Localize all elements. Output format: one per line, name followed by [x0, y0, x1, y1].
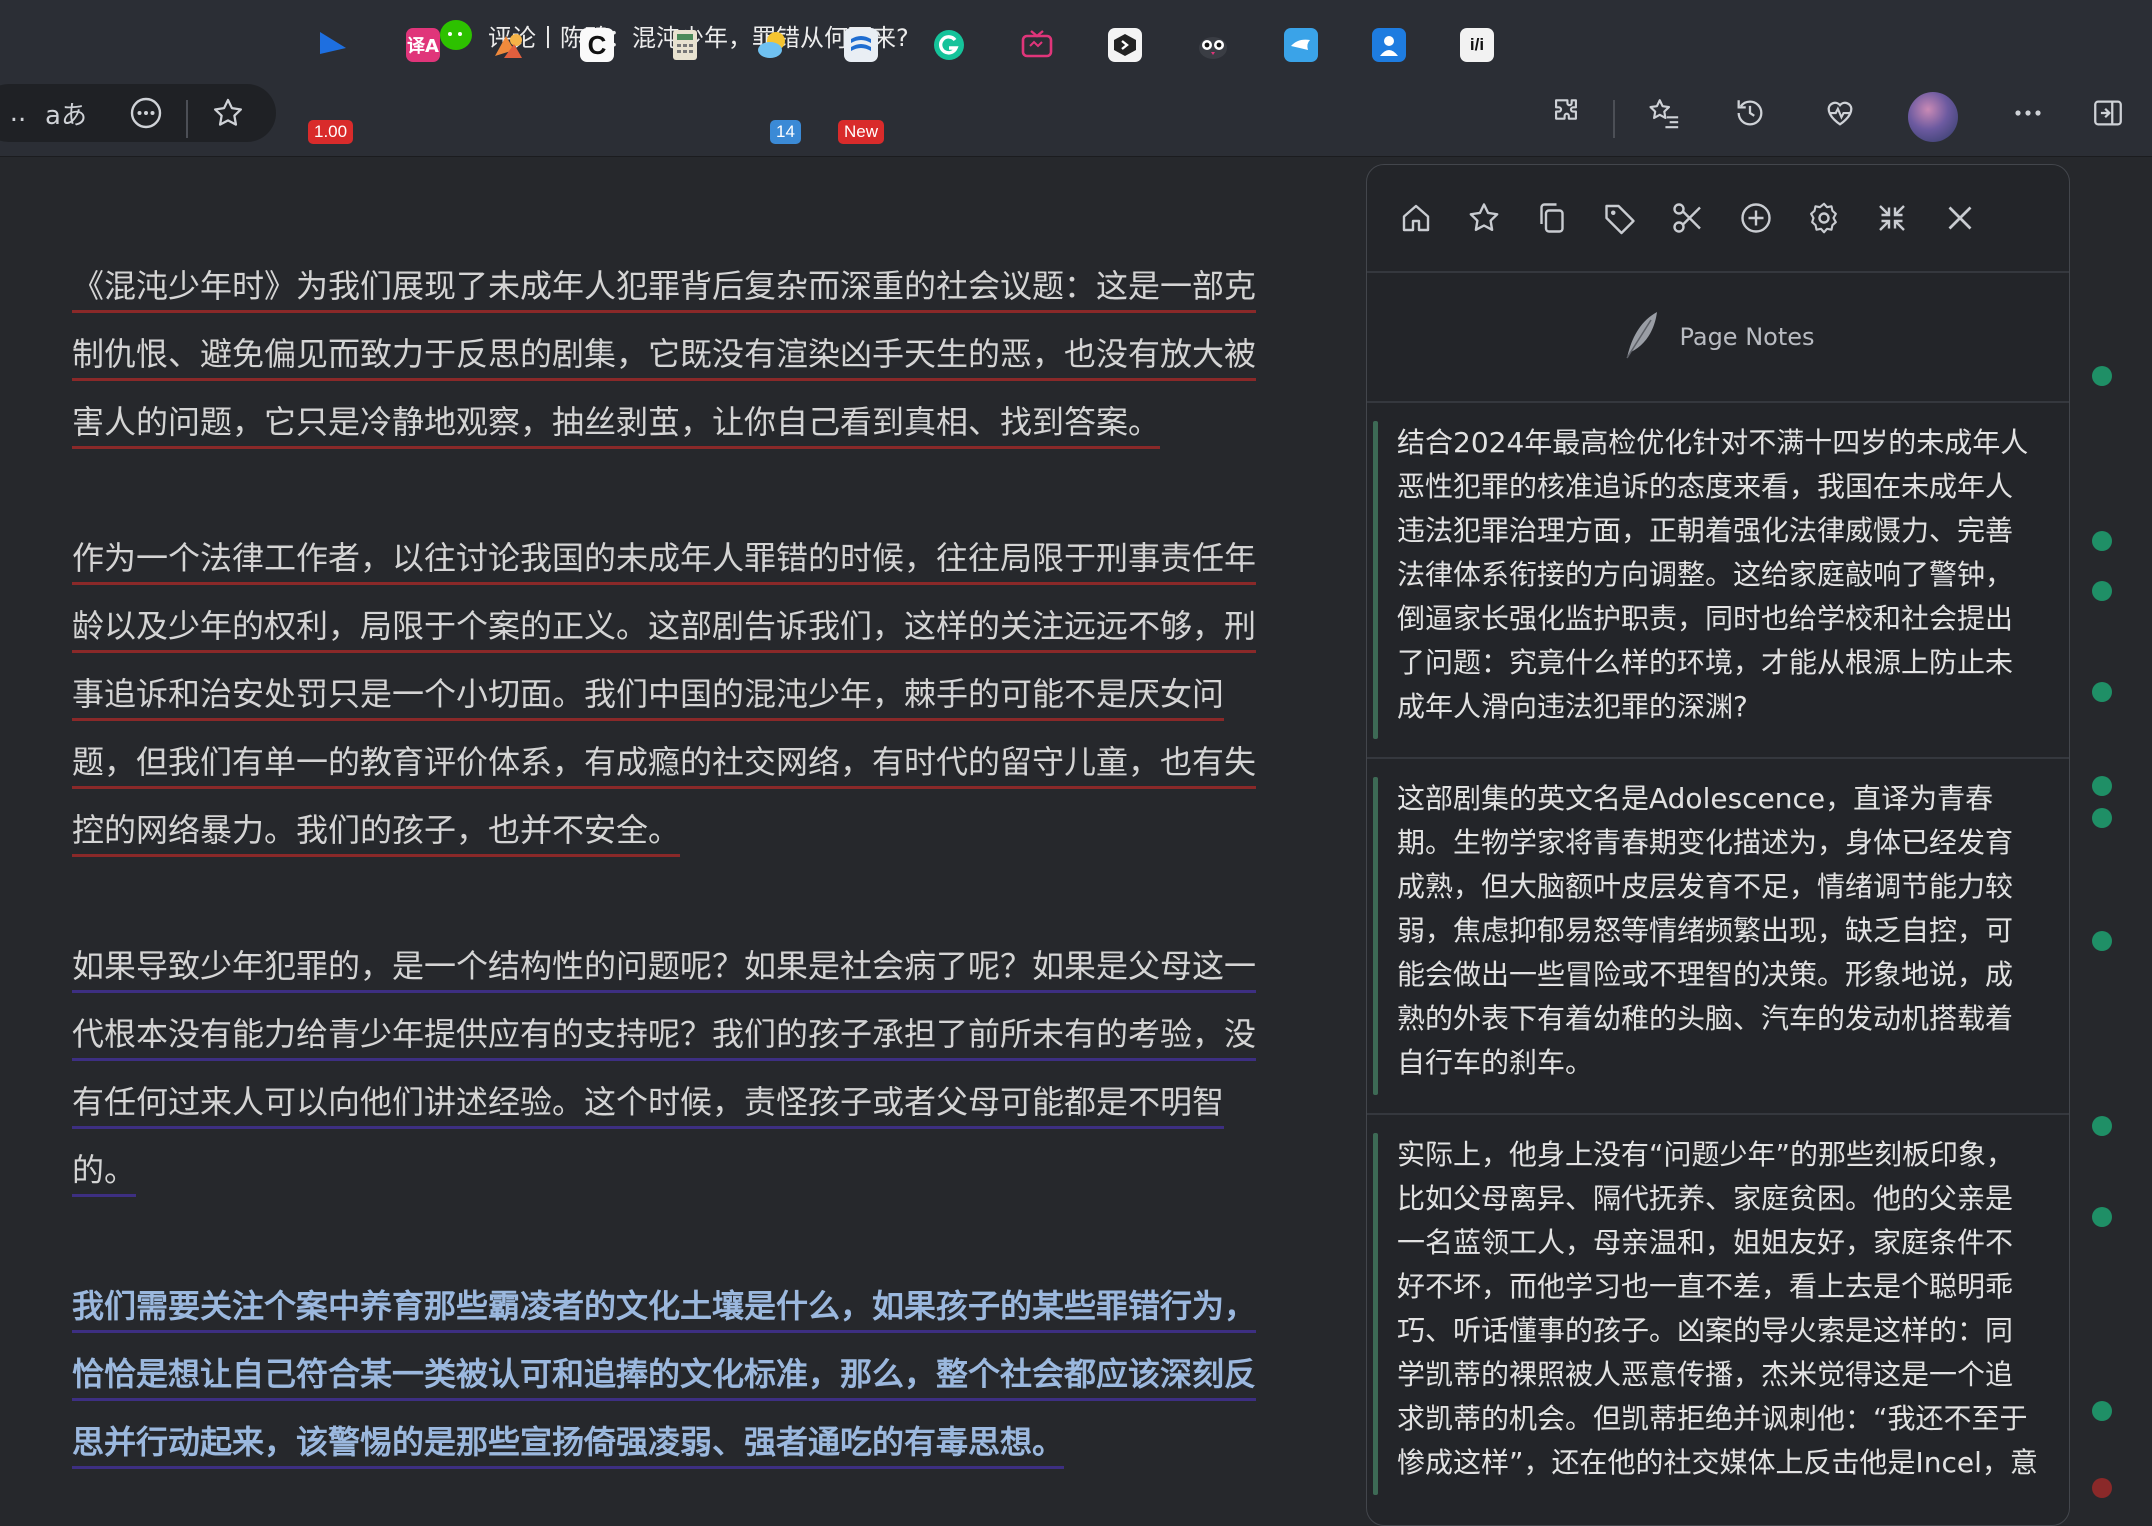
- note-color-bar: [1373, 421, 1378, 739]
- article-line: 的。: [72, 1151, 137, 1197]
- scissors-icon[interactable]: [1669, 199, 1707, 237]
- settings-icon[interactable]: [1805, 199, 1843, 237]
- settings-more-icon[interactable]: [2000, 84, 2056, 142]
- note-item[interactable]: 这部剧集的英文名是Adolescence，直译为青春期。生物学家将青春期变化描述…: [1367, 759, 2069, 1115]
- annotation-marker[interactable]: [2092, 366, 2112, 386]
- article-paragraph-3: 如果导致少年犯罪的，是一个结构性的问题呢？如果是社会病了呢？如果是父母这一 代根…: [72, 932, 1372, 1204]
- annotation-marker[interactable]: [2092, 1401, 2112, 1421]
- ext-badge-value: 1.00: [308, 120, 354, 144]
- favorites-list-icon[interactable]: [1636, 84, 1692, 142]
- weather-badge: 14: [770, 120, 801, 144]
- annotation-marker[interactable]: [2092, 1207, 2112, 1227]
- code-ext-icon[interactable]: [1108, 28, 1142, 62]
- toolbar-separator: [186, 100, 188, 138]
- article-line: 如果导致少年犯罪的，是一个结构性的问题呢？如果是社会病了呢？如果是父母这一: [72, 947, 1257, 993]
- article-line: 龄以及少年的权利，局限于个案的正义。这部剧告诉我们，这样的关注远远不够，刑: [72, 607, 1257, 653]
- article-line: 作为一个法律工作者，以往讨论我国的未成年人罪错的时候，往往局限于刑事责任年: [72, 539, 1257, 585]
- article-line: 我们需要关注个案中养育那些霸凌者的文化土壤是什么，如果孩子的某些罪错行为，: [72, 1287, 1257, 1333]
- annotation-marker[interactable]: [2092, 682, 2112, 702]
- translate-ext-icon[interactable]: 译A: [406, 28, 440, 62]
- profile-avatar[interactable]: [1908, 92, 1958, 142]
- annotation-marker[interactable]: [2092, 531, 2112, 551]
- wechat-icon: [440, 20, 472, 50]
- s-ext-icon[interactable]: [844, 28, 878, 62]
- read-aloud-button[interactable]: aあ: [38, 84, 94, 142]
- note-item[interactable]: 实际上，他身上没有“问题少年”的那些刻板印象，比如父母离异、隔代抚养、家庭贫困。…: [1367, 1115, 2069, 1513]
- article-line: 代根本没有能力给青少年提供应有的支持呢？我们的孩子承担了前所未有的考验，没: [72, 1015, 1257, 1061]
- note-text: 这部剧集的英文名是Adolescence，直译为青春期。生物学家将青春期变化描述…: [1397, 782, 2014, 1079]
- note-color-bar: [1373, 777, 1378, 1095]
- ext-new-badge: New: [838, 120, 885, 144]
- article-line: 题，但我们有单一的教育评价体系，有成瘾的社交网络，有时代的留守儿童，也有失: [72, 743, 1257, 789]
- page-notes-panel: Page Notes 结合2024年最高检优化针对不满十四岁的未成年人恶性犯罪的…: [1366, 164, 2070, 1526]
- annotation-marker[interactable]: [2092, 931, 2112, 951]
- article-paragraph-2: 作为一个法律工作者，以往讨论我国的未成年人罪错的时候，往往局限于刑事责任年 龄以…: [72, 524, 1372, 864]
- note-item[interactable]: 结合2024年最高检优化针对不满十四岁的未成年人恶性犯罪的核准追诉的态度来看，我…: [1367, 403, 2069, 759]
- note-text: 结合2024年最高检优化针对不满十四岁的未成年人恶性犯罪的核准追诉的态度来看，我…: [1397, 426, 2029, 723]
- article-line: 思并行动起来，该警惕的是那些宣扬倚强凌弱、强者通吃的有毒思想。: [72, 1423, 1065, 1469]
- star-icon[interactable]: [1465, 199, 1503, 237]
- bird-ext-icon[interactable]: [1284, 28, 1318, 62]
- copy-icon[interactable]: [1533, 199, 1571, 237]
- grammarly-icon[interactable]: [932, 28, 966, 62]
- more-options-icon[interactable]: [118, 84, 174, 142]
- feather-icon: [1621, 310, 1661, 364]
- calculator-ext-icon[interactable]: [668, 28, 702, 62]
- weather-ext-icon[interactable]: [756, 28, 790, 62]
- add-circle-icon[interactable]: [1737, 199, 1775, 237]
- note-color-bar: [1373, 1133, 1378, 1495]
- annotation-marker[interactable]: [2092, 581, 2112, 601]
- article-line: 事追诉和治安处罚只是一个小切面。我们中国的混沌少年，棘手的可能不是厌女问: [72, 675, 1225, 721]
- tv-ext-icon[interactable]: [1020, 28, 1054, 62]
- toolbar-separator-2: [1613, 100, 1615, 138]
- person-ext-icon[interactable]: [1372, 28, 1406, 62]
- tag-icon[interactable]: [1601, 199, 1639, 237]
- article-line: 制仇恨、避免偏见而致力于反思的剧集，它既没有渲染凶手天生的恶，也没有放大被: [72, 335, 1257, 381]
- close-icon[interactable]: [1941, 199, 1979, 237]
- favorite-star-icon[interactable]: [200, 84, 256, 142]
- article-line: 有任何过来人可以向他们讲述经验。这个时候，责怪孩子或者父母可能都是不明智: [72, 1083, 1225, 1129]
- panel-header: Page Notes: [1367, 273, 2069, 403]
- article-paragraph-4: 我们需要关注个案中养育那些霸凌者的文化土壤是什么，如果孩子的某些罪错行为， 恰恰…: [72, 1272, 1372, 1476]
- article-line: 恰恰是想让自己符合某一类被认可和追捧的文化标准，那么，整个社会都应该深刻反: [72, 1355, 1257, 1401]
- annotation-marker[interactable]: [2092, 776, 2112, 796]
- home-icon[interactable]: [1397, 199, 1435, 237]
- c-ext-icon[interactable]: C: [580, 28, 614, 62]
- article-paragraph-1: 《混沌少年时》为我们展现了未成年人犯罪背后复杂而深重的社会议题：这是一部克 制仇…: [72, 252, 1372, 456]
- annotation-marker[interactable]: [2092, 808, 2112, 828]
- shapes-ext-icon[interactable]: [492, 28, 526, 62]
- article-line: 害人的问题，它只是冷静地观察，抽丝剥茧，让你自己看到真相、找到答案。: [72, 403, 1161, 449]
- ext-arrow-icon[interactable]: [316, 28, 350, 62]
- note-text: 实际上，他身上没有“问题少年”的那些刻板印象，比如父母离异、隔代抚养、家庭贫困。…: [1397, 1138, 2038, 1479]
- extensions-puzzle-icon[interactable]: [1538, 84, 1594, 142]
- history-icon[interactable]: [1722, 84, 1778, 142]
- annotation-marker[interactable]: [2092, 1116, 2112, 1136]
- annotation-marker[interactable]: [2092, 1478, 2112, 1498]
- ifi-ext-icon[interactable]: i/i: [1460, 28, 1494, 62]
- panel-toolbar: [1367, 165, 2069, 273]
- health-heart-icon[interactable]: [1812, 84, 1868, 142]
- panel-title: Page Notes: [1679, 323, 1815, 351]
- article-body: 《混沌少年时》为我们展现了未成年人犯罪背后复杂而深重的社会议题：这是一部克 制仇…: [72, 156, 1372, 1506]
- article-line: 控的网络暴力。我们的孩子，也并不安全。: [72, 811, 681, 857]
- article-line: 《混沌少年时》为我们展现了未成年人犯罪背后复杂而深重的社会议题：这是一部克: [72, 267, 1257, 313]
- sidebar-toggle-icon[interactable]: [2080, 84, 2136, 142]
- collapse-icon[interactable]: [1873, 199, 1911, 237]
- owl-ext-icon[interactable]: [1196, 28, 1230, 62]
